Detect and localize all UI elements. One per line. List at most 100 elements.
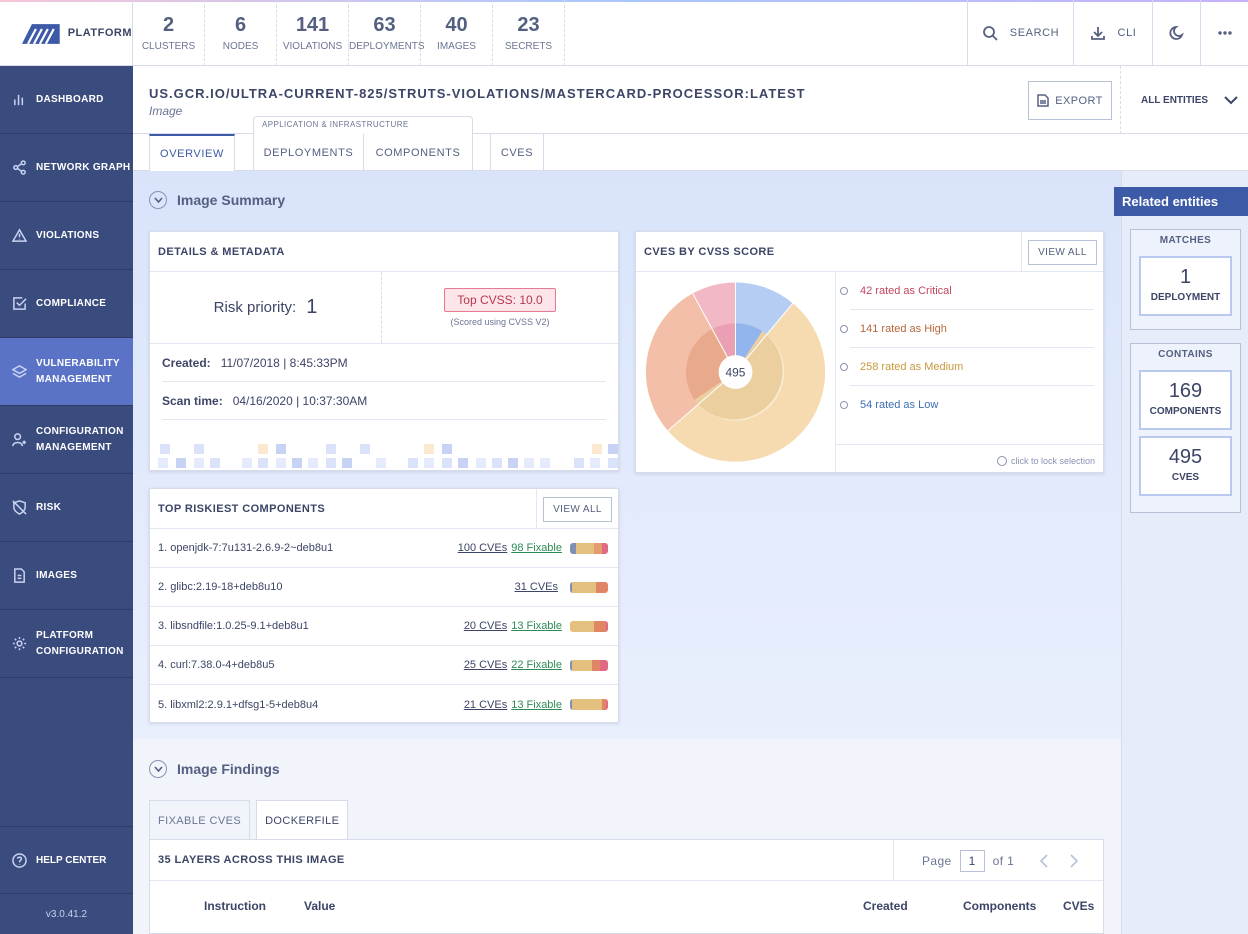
cvss-legend: 42 rated as Critical 141 rated as High 2… (836, 272, 1104, 424)
fixable-link[interactable]: 98 Fixable (511, 542, 562, 554)
related-entities-panel: Related entities MATCHES 1 DEPLOYMENT CO… (1114, 171, 1248, 934)
legend-low[interactable]: 54 rated as Low (840, 386, 1094, 424)
list-item[interactable]: 5. libxml2:2.9.1+dfsg1-5+deb8u4 21 CVEs 1… (150, 685, 618, 724)
severity-bar (570, 542, 608, 554)
components-view-all-button[interactable]: VIEW ALL (543, 496, 612, 522)
severity-bar (570, 659, 608, 671)
tab-components[interactable]: COMPONENTS (364, 134, 473, 171)
table-header: Instruction Value Created Components CVE… (150, 881, 1103, 931)
cves-link[interactable]: 100 CVEs (458, 542, 508, 554)
sidebar-item-images[interactable]: IMAGES (0, 542, 133, 610)
list-item[interactable]: 2. glibc:2.19-18+deb8u10 31 CVEs (150, 568, 618, 607)
cves-link[interactable]: 20 CVEs (464, 620, 507, 632)
cvss-sunburst-chart[interactable]: 495 (636, 272, 836, 472)
count-clusters[interactable]: 2 CLUSTERS (133, 0, 205, 66)
user-config-icon (12, 433, 27, 447)
count-images[interactable]: 40 IMAGES (421, 0, 493, 66)
top-riskiest-components-card: TOP RISKIEST COMPONENTS VIEW ALL 1. open… (149, 488, 619, 723)
version-label: v3.0.41.2 (45, 909, 88, 920)
count-violations[interactable]: 141 VIOLATIONS (277, 0, 349, 66)
legend-high[interactable]: 141 rated as High (840, 310, 1094, 348)
sidebar-item-network-graph[interactable]: NETWORK GRAPH (0, 134, 133, 202)
brand-logo[interactable]: PLATFORM (0, 0, 133, 66)
image-summary-header[interactable]: Image Summary (149, 191, 285, 209)
column-components[interactable]: Components (963, 899, 1036, 913)
cves-link[interactable]: 21 CVEs (464, 699, 507, 711)
warning-icon (12, 228, 27, 242)
count-secrets[interactable]: 23 SECRETS (493, 0, 565, 66)
list-item[interactable]: 3. libsndfile:1.0.25-9.1+deb8u1 20 CVEs 1… (150, 607, 618, 646)
help-center-link[interactable]: HELP CENTER (0, 826, 133, 894)
count-deployments[interactable]: 63 DEPLOYMENTS (349, 0, 425, 66)
findings-tabs: FIXABLE CVES DOCKERFILE (149, 800, 349, 840)
card-title: TOP RISKIEST COMPONENTS (158, 502, 326, 515)
tab-overview[interactable]: OVERVIEW (149, 134, 235, 171)
chevron-left-icon[interactable] (1040, 853, 1048, 868)
tab-deployments[interactable]: DEPLOYMENTS (253, 134, 364, 171)
theme-toggle-button[interactable] (1152, 0, 1200, 66)
cvss-view-all-button[interactable]: VIEW ALL (1028, 239, 1097, 265)
sidebar-item-violations[interactable]: VIOLATIONS (0, 202, 133, 270)
entity-tabs: OVERVIEW DEPLOYMENTS COMPONENTS CVES (133, 134, 1248, 171)
shield-off-icon (12, 500, 27, 515)
fixable-link[interactable]: 22 Fixable (511, 659, 562, 671)
page-input[interactable]: 1 (959, 849, 985, 872)
count-nodes[interactable]: 6 NODES (205, 0, 277, 66)
list-item[interactable]: 1. openjdk-7:7u131-2.6.9-2~deb8u1 100 CV… (150, 529, 618, 568)
cves-by-cvss-card: CVES BY CVSS SCORE VIEW ALL 495 42 rated… (635, 231, 1104, 473)
column-created[interactable]: Created (863, 899, 908, 913)
chevron-down-icon (149, 760, 167, 778)
sidebar-item-configuration-management[interactable]: CONFIGURATION MANAGEMENT (0, 406, 133, 474)
tab-dockerfile[interactable]: DOCKERFILE (256, 800, 349, 840)
image-findings-header[interactable]: Image Findings (149, 760, 280, 778)
document-icon (1037, 94, 1050, 107)
list-item[interactable]: 4. curl:7.38.0-4+deb8u5 25 CVEs 22 Fixabl… (150, 646, 618, 685)
matches-group: MATCHES 1 DEPLOYMENT (1130, 229, 1241, 330)
tab-group-label: APPLICATION & INFRASTRUCTURE (253, 116, 473, 134)
more-menu-button[interactable] (1200, 0, 1248, 66)
sidebar-item-vulnerability-management[interactable]: VULNERABILITY MANAGEMENT (0, 338, 133, 406)
chevron-right-icon[interactable] (1070, 853, 1079, 868)
column-instruction[interactable]: Instruction (204, 899, 266, 913)
related-deployment-tile[interactable]: 1 DEPLOYMENT (1139, 256, 1232, 316)
card-title: DETAILS & METADATA (150, 232, 618, 272)
tab-cves[interactable]: CVES (490, 134, 544, 171)
legend-medium[interactable]: 258 rated as Medium (840, 348, 1094, 386)
entities-dropdown[interactable]: ALL ENTITIES (1120, 66, 1248, 134)
lock-selection-hint: click to lock selection (996, 456, 1095, 466)
sidebar-item-platform-configuration[interactable]: PLATFORM CONFIGURATION (0, 610, 133, 678)
sidebar-item-compliance[interactable]: COMPLIANCE (0, 270, 133, 338)
created-line: Created: 11/07/2018 | 8:45:33PM (162, 344, 606, 382)
decorative-pattern (158, 444, 618, 468)
severity-bar (570, 620, 608, 632)
related-components-tile[interactable]: 169 COMPONENTS (1139, 370, 1232, 430)
scan-time-line: Scan time: 04/16/2020 | 10:37:30AM (162, 382, 606, 420)
export-button[interactable]: EXPORT (1028, 81, 1112, 120)
column-cves[interactable]: CVEs (1063, 899, 1094, 913)
tab-fixable-cves[interactable]: FIXABLE CVES (149, 800, 251, 840)
download-icon (1090, 27, 1105, 40)
cves-link[interactable]: 25 CVEs (464, 659, 507, 671)
logo-icon (21, 24, 60, 45)
pagination: Page 1 of 1 (893, 840, 1104, 881)
cves-link[interactable]: 31 CVEs (515, 581, 558, 593)
related-cves-tile[interactable]: 495 CVES (1139, 436, 1232, 496)
search-icon (982, 26, 998, 41)
legend-critical[interactable]: 42 rated as Critical (840, 272, 1094, 310)
moon-icon (1169, 25, 1184, 40)
info-icon (996, 456, 1007, 466)
column-value[interactable]: Value (304, 899, 335, 913)
sidebar-item-dashboard[interactable]: DASHBOARD (0, 66, 133, 134)
share-icon (13, 160, 26, 175)
contains-group: CONTAINS 169 COMPONENTS 495 CVES (1130, 343, 1241, 513)
sidebar: DASHBOARD NETWORK GRAPH VIOLATIONS COMPL… (0, 66, 133, 934)
bar-chart-icon (14, 94, 24, 106)
main-content: Image Summary DETAILS & METADATA Risk pr… (133, 171, 1121, 934)
sidebar-item-risk[interactable]: RISK (0, 474, 133, 542)
layers-icon (12, 365, 27, 378)
fixable-link[interactable]: 13 Fixable (511, 699, 562, 711)
cli-button[interactable]: CLI (1073, 0, 1152, 66)
fixable-link[interactable]: 13 Fixable (511, 620, 562, 632)
layers-table: 35 LAYERS ACROSS THIS IMAGE Page 1 of 1 … (149, 839, 1104, 934)
search-button[interactable]: SEARCH (967, 0, 1073, 66)
